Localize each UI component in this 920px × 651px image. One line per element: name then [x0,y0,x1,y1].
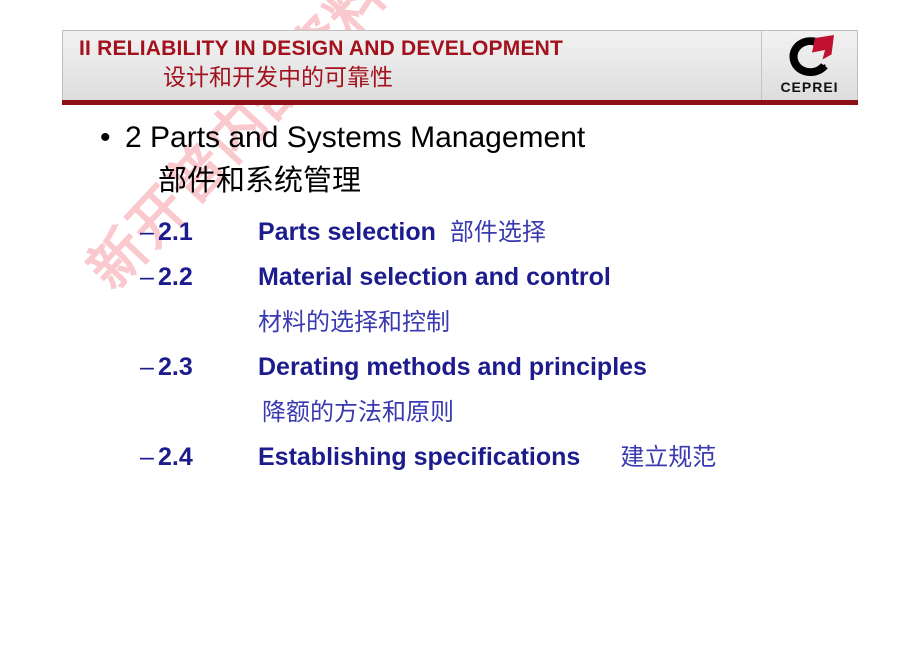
header-title-group: II RELIABILITY IN DESIGN AND DEVELOPMENT… [79,35,747,93]
item-english-text: Material selection and control [258,255,611,300]
header-box: II RELIABILITY IN DESIGN AND DEVELOPMENT… [62,30,858,101]
dash-icon: – [140,353,154,381]
outline-item-2-1: – 2.1 Parts selection 部件选择 [0,210,920,255]
slide-body: • 2 Parts and Systems Management 部件和系统管理… [0,118,920,480]
slide-header: II RELIABILITY IN DESIGN AND DEVELOPMENT… [62,30,858,105]
item-number: 2.4 [158,443,193,471]
level1-english-text: 2 Parts and Systems Management [125,121,586,154]
item-english-text: Derating methods and principles [258,345,647,390]
item-2-3-chinese-subline: 降额的方法和原则 [262,398,454,426]
outline-item-2-4: – 2.4 Establishing specifications 建立规范 [0,435,920,480]
ceprei-wordmark: CEPREI [780,79,839,95]
outline-item-2-2: – 2.2 Material selection and control [0,255,920,300]
item-chinese-inline: 建立规范 [620,443,717,471]
item-number: 2.2 [158,263,193,291]
item-english-label: Parts selection [258,218,436,246]
item-number: 2.3 [158,353,193,381]
item-english-label: Derating methods and principles [258,353,647,381]
item-number: 2.1 [158,218,193,246]
outline-item-2-3: – 2.3 Derating methods and principles [0,345,920,390]
item-2-2-chinese-subline: 材料的选择和控制 [258,308,450,336]
ceprei-logo-icon [782,34,838,78]
item-chinese-inline: 部件选择 [449,218,546,246]
slide-canvas: 新开普内部资料，未经许可不得传播 II RELIABILITY IN DESIG… [0,0,920,651]
bullet-icon: • [100,121,111,154]
item-english-label: Establishing specifications [258,443,581,471]
header-title-chinese: 设计和开发中的可靠性 [163,65,393,91]
outline-level1: • 2 Parts and Systems Management [0,118,920,158]
item-english-label: Material selection and control [258,263,611,291]
dash-icon: – [140,263,154,291]
outline-level2-group: – 2.1 Parts selection 部件选择 – 2.2 Material… [0,210,920,480]
header-underline-rule [62,100,858,105]
ceprei-logo: CEPREI [761,31,857,101]
header-title-english: II RELIABILITY IN DESIGN AND DEVELOPMENT [79,37,564,60]
item-english-text: Parts selection 部件选择 [258,210,546,255]
level1-chinese-text: 部件和系统管理 [158,163,362,197]
dash-icon: – [140,443,154,471]
item-english-text: Establishing specifications 建立规范 [258,435,716,480]
dash-icon: – [140,218,154,246]
